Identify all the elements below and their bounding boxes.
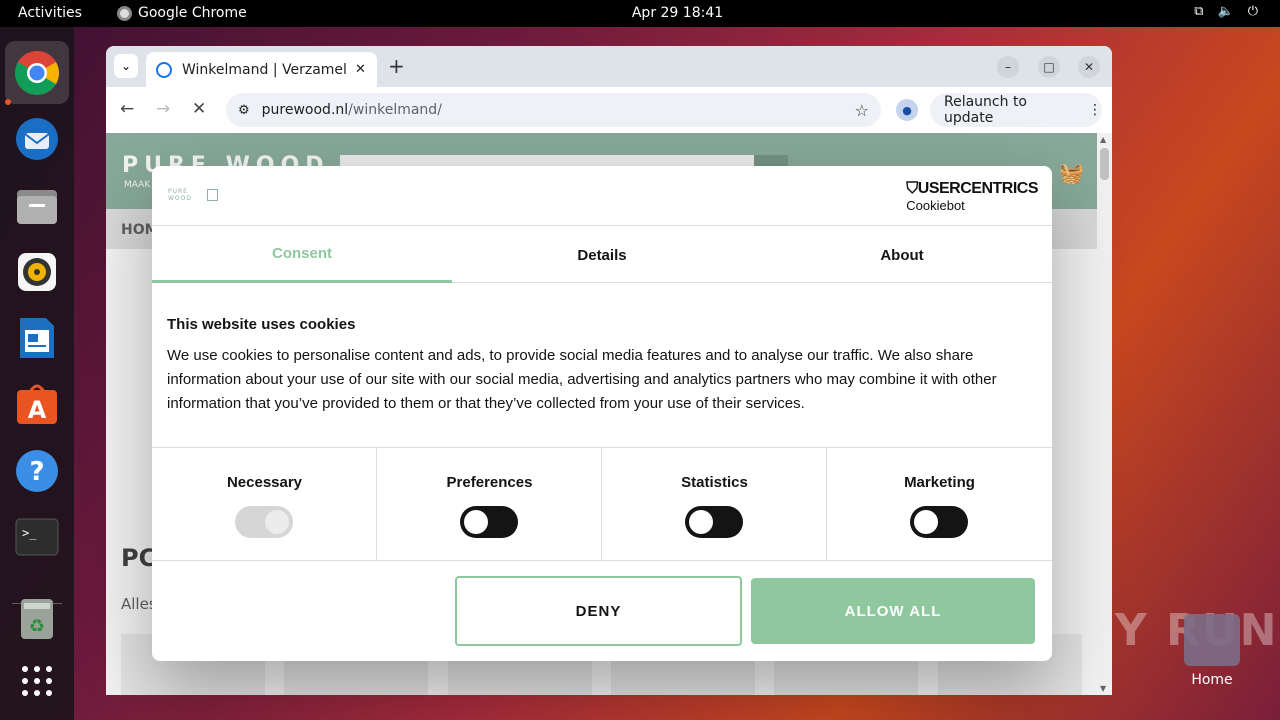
bookmark-star-icon[interactable]: ☆ xyxy=(855,101,869,120)
category-preferences: Preferences xyxy=(377,448,602,561)
marketing-toggle[interactable] xyxy=(910,506,968,538)
address-bar[interactable]: ⚙ purewood.nl/winkelmand/ ☆ xyxy=(226,93,881,127)
svg-text:>_: >_ xyxy=(22,526,37,540)
desktop-home-folder[interactable]: Home xyxy=(1180,614,1244,688)
toggle-knob xyxy=(689,510,713,534)
chrome-icon[interactable] xyxy=(13,49,61,97)
relaunch-label: Relaunch to update xyxy=(944,94,1028,126)
home-folder-icon xyxy=(1184,614,1240,666)
terminal-icon[interactable]: >_ xyxy=(13,513,61,561)
relaunch-to-update-button[interactable]: Relaunch to update ⋮ xyxy=(930,93,1102,127)
shield-icon: ⛉ xyxy=(906,180,918,197)
running-indicator xyxy=(5,99,11,105)
dialog-tabs: Consent Details About xyxy=(152,227,1052,283)
power-icon[interactable]: ⏻ xyxy=(1248,4,1258,19)
home-folder-label: Home xyxy=(1191,672,1233,688)
stop-loading-button[interactable]: ✕ xyxy=(192,99,206,119)
scroll-up-icon[interactable]: ▲ xyxy=(1100,135,1106,144)
cookiebot-label: Cookiebot xyxy=(906,198,965,213)
url-host: purewood.nl xyxy=(261,102,349,118)
tab-winkelmand[interactable]: Winkelmand | Verzamel je ✕ xyxy=(146,52,377,87)
logo-mark-icon xyxy=(207,189,218,201)
tab-consent[interactable]: Consent xyxy=(152,227,452,283)
files-icon[interactable] xyxy=(13,182,61,230)
svg-text:A: A xyxy=(28,396,47,424)
tab-details[interactable]: Details xyxy=(452,227,752,283)
profile-avatar-icon[interactable]: ● xyxy=(896,99,918,121)
cookiebot-logo[interactable]: ⛉USERCENTRICS Cookiebot xyxy=(906,180,1038,213)
page-scrollbar[interactable]: ▲ ▼ xyxy=(1097,133,1112,695)
site-logo-small-text: PURE WOOD xyxy=(168,188,192,202)
trash-icon[interactable]: ♻ xyxy=(13,595,61,643)
preferences-toggle[interactable] xyxy=(460,506,518,538)
more-menu-icon[interactable]: ⋮ xyxy=(1088,102,1102,118)
tab-search-button[interactable]: ⌄ xyxy=(114,54,138,78)
category-label: Preferences xyxy=(446,474,533,491)
close-window-button[interactable]: ✕ xyxy=(1078,56,1100,78)
cookie-consent-dialog: PURE WOOD ⛉USERCENTRICS Cookiebot Consen… xyxy=(152,166,1052,661)
tab-about[interactable]: About xyxy=(752,227,1052,283)
system-tray[interactable]: ⧉ 🔈 ⏻ xyxy=(1194,4,1258,19)
favicon-icon xyxy=(156,61,172,78)
usercentrics-text: USERCENTRICS xyxy=(917,180,1039,197)
scroll-down-icon[interactable]: ▼ xyxy=(1100,684,1106,693)
toggle-knob xyxy=(914,510,938,534)
dialog-header: PURE WOOD ⛉USERCENTRICS Cookiebot xyxy=(152,166,1052,226)
writer-icon[interactable] xyxy=(13,314,61,362)
scrollbar-thumb[interactable] xyxy=(1100,148,1109,180)
tab-close-icon[interactable]: ✕ xyxy=(355,62,366,77)
necessary-toggle xyxy=(235,506,293,538)
deny-button[interactable]: DENY xyxy=(455,576,742,646)
url-path: /winkelmand/ xyxy=(348,102,442,118)
category-marketing: Marketing xyxy=(827,448,1052,561)
top-bar: Activities Google Chrome Apr 29 18:41 ⧉ … xyxy=(0,0,1280,27)
browser-toolbar: ← → ✕ ⚙ purewood.nl/winkelmand/ ☆ ● Rela… xyxy=(106,87,1112,133)
site-info-icon[interactable]: ⚙ xyxy=(238,103,250,118)
chevron-down-icon: ⌄ xyxy=(120,59,132,73)
category-label: Marketing xyxy=(904,474,975,491)
toggle-knob xyxy=(464,510,488,534)
clock[interactable]: Apr 29 18:41 xyxy=(0,5,1280,21)
category-statistics: Statistics xyxy=(602,448,827,561)
rhythmbox-icon[interactable] xyxy=(13,248,61,296)
volume-icon[interactable]: 🔈 xyxy=(1218,4,1234,19)
minimize-button[interactable]: – xyxy=(997,56,1019,78)
svg-text:?: ? xyxy=(29,457,44,487)
app-center-icon[interactable]: A xyxy=(13,380,61,428)
cookie-categories: Necessary Preferences Statistics Marketi… xyxy=(152,447,1052,561)
maximize-button[interactable]: □ xyxy=(1038,56,1060,78)
toggle-knob xyxy=(265,510,289,534)
network-icon[interactable]: ⧉ xyxy=(1194,4,1203,19)
tab-title: Winkelmand | Verzamel je xyxy=(182,61,347,78)
svg-text:♻: ♻ xyxy=(29,616,45,637)
allow-all-button[interactable]: ALLOW ALL xyxy=(751,578,1035,644)
new-tab-button[interactable]: + xyxy=(388,54,405,78)
dialog-description: We use cookies to personalise content an… xyxy=(167,347,997,412)
tab-strip: ⌄ Winkelmand | Verzamel je ✕ + – □ ✕ xyxy=(106,46,1112,87)
help-icon[interactable]: ? xyxy=(13,447,61,495)
show-apps-icon[interactable] xyxy=(13,657,61,705)
category-necessary: Necessary xyxy=(152,448,377,561)
dialog-title: This website uses cookies xyxy=(167,316,356,333)
category-label: Statistics xyxy=(681,474,748,491)
usercentrics-label: ⛉USERCENTRICS xyxy=(906,180,1038,198)
forward-button[interactable]: → xyxy=(156,99,170,119)
statistics-toggle[interactable] xyxy=(685,506,743,538)
site-logo-small: PURE WOOD xyxy=(168,188,218,202)
thunderbird-icon[interactable] xyxy=(13,115,61,163)
category-label: Necessary xyxy=(226,474,303,491)
back-button[interactable]: ← xyxy=(120,99,134,119)
dock: A ? >_ ♻ xyxy=(0,27,74,720)
